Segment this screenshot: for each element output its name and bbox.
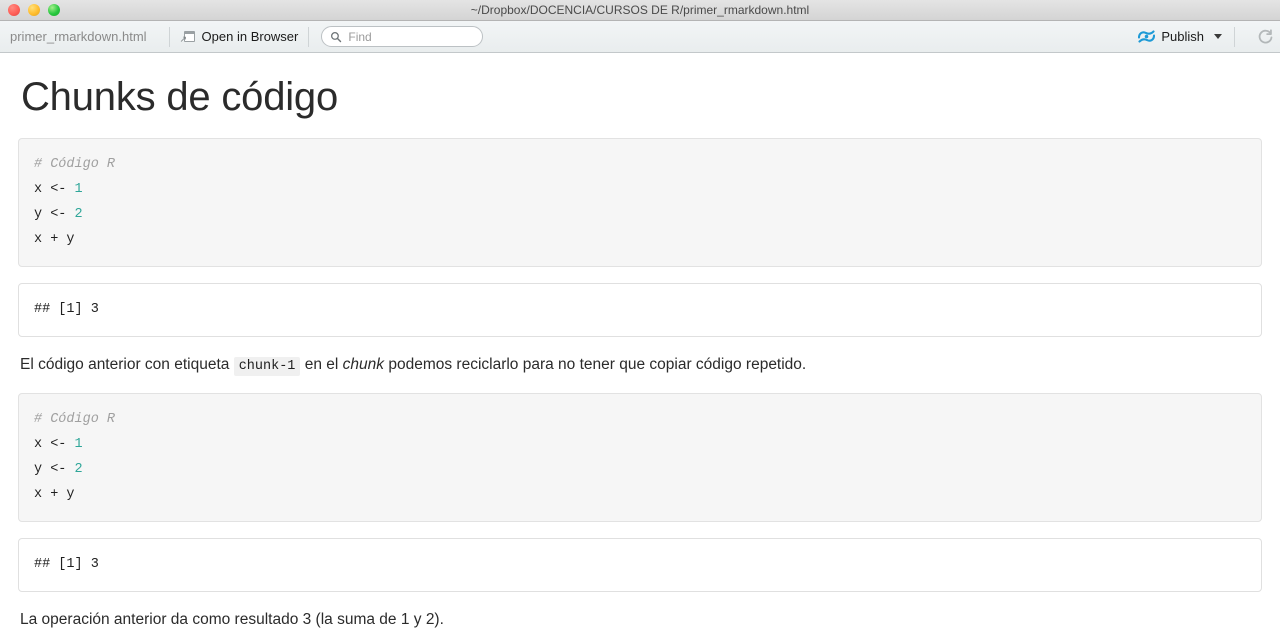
paragraph-text-before: El código anterior con etiqueta [20, 356, 234, 373]
browser-window-icon: ↗ [180, 30, 195, 44]
code-line-3: x + y [34, 232, 75, 247]
toolbar-divider [168, 26, 170, 47]
output-text: ## [1] 3 [34, 302, 99, 317]
code-output: ## [1] 3 [18, 283, 1262, 337]
output-text-2: ## [1] 3 [34, 557, 99, 573]
code-number-1: 1 [74, 182, 83, 197]
inline-code-chunk-1: chunk-1 [233, 357, 301, 376]
search-icon [331, 31, 342, 42]
paragraph-result: La operación anterior da como resultado … [20, 611, 444, 629]
code-line-2-2: y <- [34, 462, 75, 478]
window-controls [0, 4, 60, 16]
code-comment-2: # Código R [34, 412, 116, 428]
code-text: # Código R x <- 1 y <- 2 x + y [34, 152, 1246, 252]
publish-label: Publish [1161, 29, 1204, 44]
code-line-1: x <- [34, 182, 75, 197]
paragraph-emphasis: chunk [342, 356, 385, 373]
chevron-down-icon[interactable] [1214, 34, 1222, 39]
paragraph-text-middle: en el [300, 356, 343, 373]
code-chunk: # Código R x <- 1 y <- 2 x + y [18, 138, 1262, 267]
code-output-2: ## [1] 3 [18, 538, 1262, 593]
code-chunk-2: # Código R x <- 1 y <- 2 x + y [18, 393, 1262, 523]
code-line-2: y <- [34, 207, 75, 222]
find-field[interactable] [321, 26, 484, 47]
publish-button[interactable]: Publish [1138, 29, 1224, 44]
publish-icon [1138, 30, 1156, 43]
paragraph-text-after: podemos reciclarlo para no tener que cop… [384, 356, 807, 373]
code-comment: # Código R [34, 157, 116, 172]
page-title: Chunks de código [21, 75, 339, 119]
minimize-button[interactable] [28, 4, 40, 16]
code-text-2: # Código R x <- 1 y <- 2 x + y [34, 407, 1246, 507]
open-in-browser-label: Open in Browser [201, 29, 299, 44]
code-number-2-1: 1 [74, 437, 83, 453]
document-body: Chunks de código # Código R x <- 1 y <- … [0, 75, 1280, 632]
toolbar-divider-3 [1234, 26, 1235, 47]
toolbar-divider-2 [308, 26, 310, 47]
open-in-browser-button[interactable]: ↗ Open in Browser [180, 29, 299, 44]
close-button[interactable] [8, 4, 20, 16]
paragraph-chunk-label: El código anterior con etiqueta chunk-1 … [20, 353, 1262, 377]
code-number-2-2: 2 [74, 462, 83, 478]
search-input[interactable] [348, 29, 475, 44]
code-line-2-3: x + y [34, 487, 75, 503]
window-title: ~/Dropbox/DOCENCIA/CURSOS DE R/primer_rm… [470, 3, 810, 17]
document-filename: primer_rmarkdown.html [10, 29, 147, 44]
code-line-2-1: x <- [34, 437, 75, 453]
zoom-button[interactable] [48, 4, 60, 16]
refresh-icon[interactable] [1257, 28, 1274, 45]
window-titlebar: ~/Dropbox/DOCENCIA/CURSOS DE R/primer_rm… [0, 0, 1280, 21]
code-number-2: 2 [74, 207, 83, 222]
toolbar: primer_rmarkdown.html ↗ Open in Browser … [0, 21, 1280, 53]
